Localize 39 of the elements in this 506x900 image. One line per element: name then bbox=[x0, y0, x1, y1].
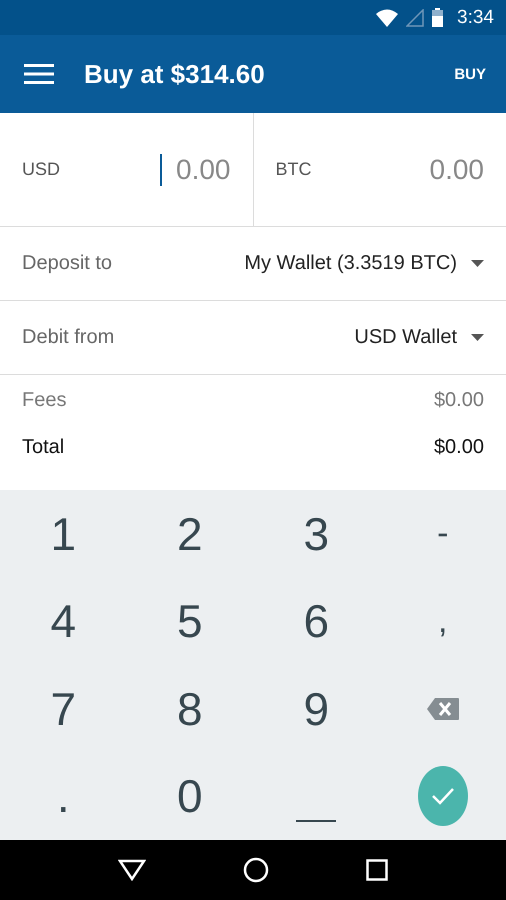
recents-icon[interactable] bbox=[366, 859, 388, 881]
keypad-key[interactable]: 7 bbox=[43, 678, 84, 739]
back-icon[interactable] bbox=[118, 859, 146, 881]
keypad-key[interactable]: , bbox=[422, 591, 463, 652]
menu-icon[interactable] bbox=[24, 64, 54, 84]
summary-value: $0.00 bbox=[434, 389, 484, 412]
keypad-key[interactable]: 6 bbox=[296, 591, 336, 652]
amount-field[interactable]: 0.00 bbox=[160, 154, 230, 186]
field-label: Debit from bbox=[22, 326, 114, 349]
keypad-key[interactable]: 1 bbox=[43, 504, 84, 564]
currency-label: BTC bbox=[276, 159, 312, 180]
keypad-key[interactable]: . bbox=[43, 766, 84, 826]
battery-icon bbox=[432, 8, 444, 27]
wallet-dropdown[interactable]: USD Wallet bbox=[354, 326, 484, 349]
home-icon[interactable] bbox=[242, 857, 269, 883]
field-label: Deposit to bbox=[22, 252, 112, 275]
signal-icon bbox=[406, 8, 424, 26]
clock: 3:34 bbox=[457, 6, 494, 28]
screen-title: Buy at $314.60 bbox=[84, 58, 266, 90]
keypad-key[interactable]: 0 bbox=[170, 766, 210, 826]
dropdown-caret-icon bbox=[471, 260, 484, 267]
summary-label: Total bbox=[22, 436, 64, 459]
keypad-key[interactable]: 9 bbox=[296, 678, 336, 739]
wallet-dropdown[interactable]: My Wallet (3.3519 BTC) bbox=[244, 252, 484, 275]
amount-field[interactable]: 0.00 bbox=[416, 154, 484, 186]
summary-label: Fees bbox=[22, 389, 66, 412]
buy-button[interactable]: BUY bbox=[454, 60, 486, 88]
backspace-icon bbox=[426, 696, 460, 721]
dropdown-caret-icon bbox=[471, 334, 484, 341]
keypad-key[interactable]: - bbox=[422, 504, 463, 564]
currency-label: USD bbox=[22, 159, 60, 180]
keypad-key[interactable]: 5 bbox=[170, 591, 210, 652]
keypad-key[interactable]: 4 bbox=[43, 591, 84, 652]
wifi-icon bbox=[376, 8, 398, 26]
keypad-key[interactable]: 2 bbox=[170, 504, 210, 564]
checkmark-icon bbox=[430, 787, 455, 806]
keypad-key[interactable]: 3 bbox=[296, 504, 336, 564]
summary-value: $0.00 bbox=[434, 436, 484, 459]
keypad-key[interactable]: 8 bbox=[170, 678, 210, 739]
